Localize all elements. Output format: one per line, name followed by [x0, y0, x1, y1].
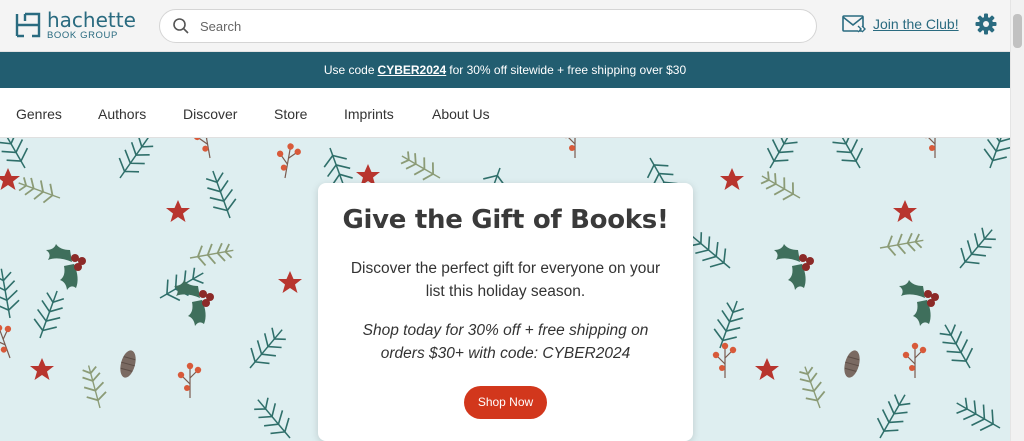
- page-scrollbar[interactable]: [1010, 0, 1024, 441]
- logo-name: hachette: [47, 8, 136, 32]
- logo-subtitle: BOOK GROUP: [47, 30, 118, 41]
- site-header: hachette BOOK GROUP Join the Club!: [0, 0, 1010, 52]
- search-bar[interactable]: [159, 9, 817, 43]
- gear-icon[interactable]: [975, 13, 997, 35]
- shop-now-button[interactable]: Shop Now: [464, 386, 547, 419]
- nav-item-store[interactable]: Store: [274, 106, 307, 122]
- nav-item-imprints[interactable]: Imprints: [344, 106, 394, 122]
- logo[interactable]: hachette BOOK GROUP: [14, 10, 136, 41]
- join-club-link[interactable]: Join the Club!: [873, 16, 959, 32]
- nav-item-authors[interactable]: Authors: [98, 106, 146, 122]
- promo-suffix: for 30% off sitewide + free shipping ove…: [449, 63, 687, 77]
- scrollbar-thumb[interactable]: [1013, 14, 1022, 48]
- hero-title: Give the Gift of Books!: [342, 205, 669, 235]
- page: hachette BOOK GROUP Join the Club!: [0, 0, 1024, 441]
- promo-prefix: Use code: [323, 63, 375, 77]
- hachette-logo-icon: [15, 13, 41, 38]
- mail-icon: [842, 15, 866, 33]
- hero-offer: Shop today for 30% off + free shipping o…: [362, 322, 649, 362]
- logo-text: hachette BOOK GROUP: [47, 10, 136, 41]
- promo-banner: Use code CYBER2024 for 30% off sitewide …: [0, 52, 1010, 88]
- join-club[interactable]: Join the Club!: [842, 14, 959, 34]
- main-nav: Genres Authors Discover Store Imprints A…: [0, 88, 1010, 138]
- hero-banner: Give the Gift of Books! Discover the per…: [0, 138, 1010, 441]
- nav-item-discover[interactable]: Discover: [183, 106, 237, 122]
- search-input[interactable]: [200, 18, 800, 34]
- nav-item-about-us[interactable]: About Us: [432, 106, 490, 122]
- search-icon: [173, 18, 189, 34]
- nav-item-genres[interactable]: Genres: [16, 106, 62, 122]
- hero-card: Give the Gift of Books! Discover the per…: [318, 183, 693, 441]
- promo-code-link[interactable]: CYBER2024: [378, 63, 447, 77]
- hero-body: Discover the perfect gift for everyone o…: [350, 260, 661, 300]
